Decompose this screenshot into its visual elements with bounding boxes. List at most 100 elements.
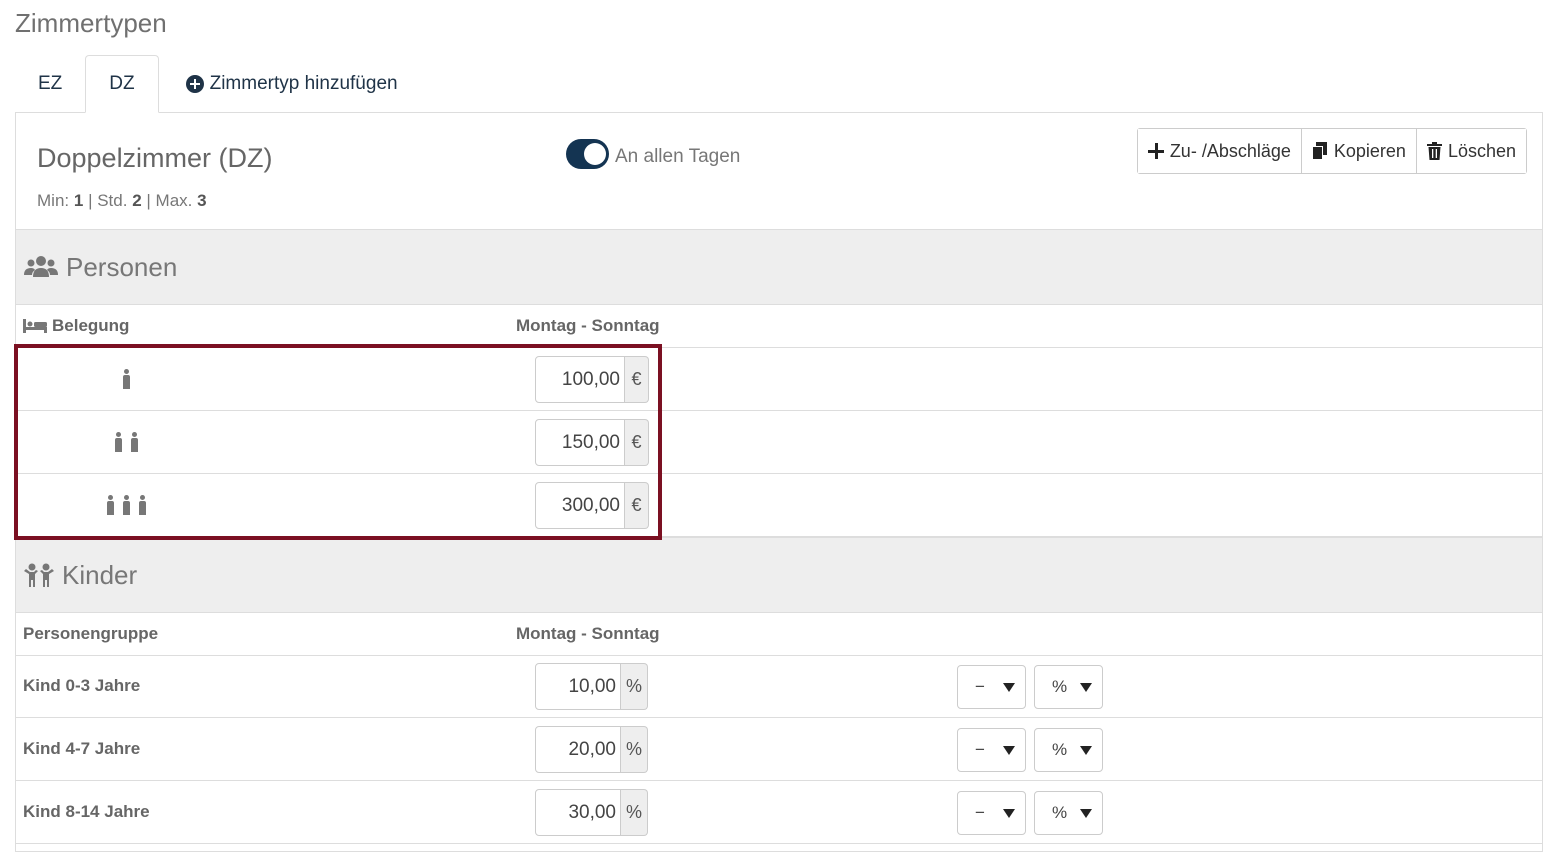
bed-icon: [23, 319, 47, 333]
all-days-toggle[interactable]: [566, 139, 609, 169]
price-row-1-person: €: [16, 348, 1542, 411]
child-value-input[interactable]: [535, 789, 621, 836]
child-row: Kind 0-3 Jahre % − %: [16, 655, 1542, 718]
page-title: Zimmertypen: [15, 8, 167, 38]
std-value: 2: [132, 191, 142, 210]
price-input-group: €: [535, 482, 649, 529]
percent-addon: %: [621, 789, 648, 836]
children-section-header: Kinder: [16, 537, 1542, 613]
percent-addon: %: [621, 663, 648, 710]
persons-section-title: Personen: [66, 251, 178, 282]
percent-addon: %: [621, 726, 648, 773]
persons-column-header: Belegung Montag - Sonntag: [16, 305, 1542, 348]
delete-button[interactable]: Löschen: [1416, 129, 1526, 173]
currency-addon: €: [625, 419, 649, 466]
min-value: 1: [73, 191, 84, 210]
max-label: | Max.: [146, 191, 193, 210]
room-type-panel: Doppelzimmer (DZ) Min: 1 | Std. 2 | Max.…: [15, 112, 1543, 852]
unit-value: %: [1052, 677, 1068, 696]
child-row: Kind 4-7 Jahre % − %: [16, 718, 1542, 781]
unit-value: %: [1052, 803, 1068, 822]
min-label: Min:: [37, 191, 70, 210]
child-value-group: %: [535, 726, 648, 773]
group-column-label: Personengruppe: [23, 624, 159, 643]
all-days-toggle-group: An allen Tagen: [566, 139, 740, 169]
trash-icon: [1426, 142, 1442, 160]
child-value-input[interactable]: [535, 663, 621, 710]
all-days-label: An allen Tagen: [615, 146, 741, 167]
price-input[interactable]: [535, 419, 625, 466]
copy-button[interactable]: Kopieren: [1301, 129, 1417, 173]
occupancy-summary: Min: 1 | Std. 2 | Max. 3: [37, 191, 207, 211]
occupancy-column: Belegung: [23, 316, 129, 336]
std-label: | Std.: [88, 191, 128, 210]
dropdown-arrow-icon: [1003, 808, 1015, 818]
unit-select[interactable]: %: [1034, 791, 1103, 835]
dropdown-arrow-icon: [1080, 682, 1092, 692]
child-value-group: %: [535, 789, 648, 836]
child-value-group: %: [535, 663, 648, 710]
children-section-title: Kinder: [62, 559, 138, 590]
tab-dz[interactable]: DZ: [85, 55, 159, 113]
person-icon: [106, 495, 114, 515]
delete-label: Löschen: [1447, 140, 1516, 161]
persons-2-icon: [16, 432, 236, 452]
children-column-header: Personengruppe Montag - Sonntag: [16, 613, 1542, 656]
unit-select[interactable]: %: [1034, 728, 1103, 772]
child-value-input[interactable]: [535, 726, 621, 773]
copy-icon: [1311, 142, 1327, 160]
tab-label: DZ: [109, 73, 135, 94]
person-icon: [130, 432, 138, 452]
days-column-label: Montag - Sonntag: [516, 624, 660, 643]
currency-addon: €: [625, 356, 649, 403]
tab-label: EZ: [38, 73, 63, 94]
child-group-label: Kind 4-7 Jahre: [23, 739, 141, 758]
operator-value: −: [975, 677, 985, 696]
persons-1-icon: [16, 369, 236, 389]
plus-circle-icon: [185, 75, 204, 93]
price-input-group: €: [535, 356, 649, 403]
persons-3-icon: [16, 495, 236, 515]
operator-value: −: [975, 803, 985, 822]
dropdown-arrow-icon: [1003, 682, 1015, 692]
room-actions: Zu- /Abschläge Kopieren Löschen: [1136, 128, 1527, 174]
operator-value: −: [975, 740, 985, 759]
person-icon: [122, 369, 130, 389]
persons-section-header: Personen: [16, 229, 1542, 305]
price-input-group: €: [535, 419, 649, 466]
copy-label: Kopieren: [1333, 140, 1406, 161]
operator-select[interactable]: −: [957, 665, 1026, 709]
currency-addon: €: [625, 482, 649, 529]
occupancy-column-label: Belegung: [52, 316, 130, 335]
add-room-type-button[interactable]: Zimmertyp hinzufügen: [159, 55, 421, 113]
plus-icon: [1147, 143, 1164, 159]
children-icon: [24, 563, 54, 587]
child-row: Kind 8-14 Jahre % − %: [16, 781, 1542, 844]
surcharges-label: Zu- /Abschläge: [1169, 140, 1291, 161]
unit-select[interactable]: %: [1034, 665, 1103, 709]
person-icon: [114, 432, 122, 452]
child-group-label: Kind 8-14 Jahre: [23, 802, 150, 821]
room-name: Doppelzimmer (DZ): [37, 143, 273, 173]
days-column-label: Montag - Sonntag: [516, 316, 660, 335]
price-row-3-persons: €: [16, 474, 1542, 537]
surcharges-button[interactable]: Zu- /Abschläge: [1137, 129, 1302, 173]
users-icon: [24, 256, 58, 277]
price-input[interactable]: [535, 356, 625, 403]
toggle-knob: [584, 143, 606, 165]
dropdown-arrow-icon: [1080, 745, 1092, 755]
room-type-tabs: EZ DZ Zimmertyp hinzufügen: [15, 55, 421, 113]
unit-value: %: [1052, 740, 1068, 759]
operator-select[interactable]: −: [957, 728, 1026, 772]
price-row-2-persons: €: [16, 411, 1542, 474]
add-room-type-label: Zimmertyp hinzufügen: [209, 73, 398, 94]
child-group-label: Kind 0-3 Jahre: [23, 676, 141, 695]
tab-ez[interactable]: EZ: [15, 55, 85, 113]
price-input[interactable]: [535, 482, 625, 529]
dropdown-arrow-icon: [1080, 808, 1092, 818]
person-icon: [122, 495, 130, 515]
operator-select[interactable]: −: [957, 791, 1026, 835]
person-icon: [138, 495, 146, 515]
max-value: 3: [197, 191, 207, 210]
dropdown-arrow-icon: [1003, 745, 1015, 755]
